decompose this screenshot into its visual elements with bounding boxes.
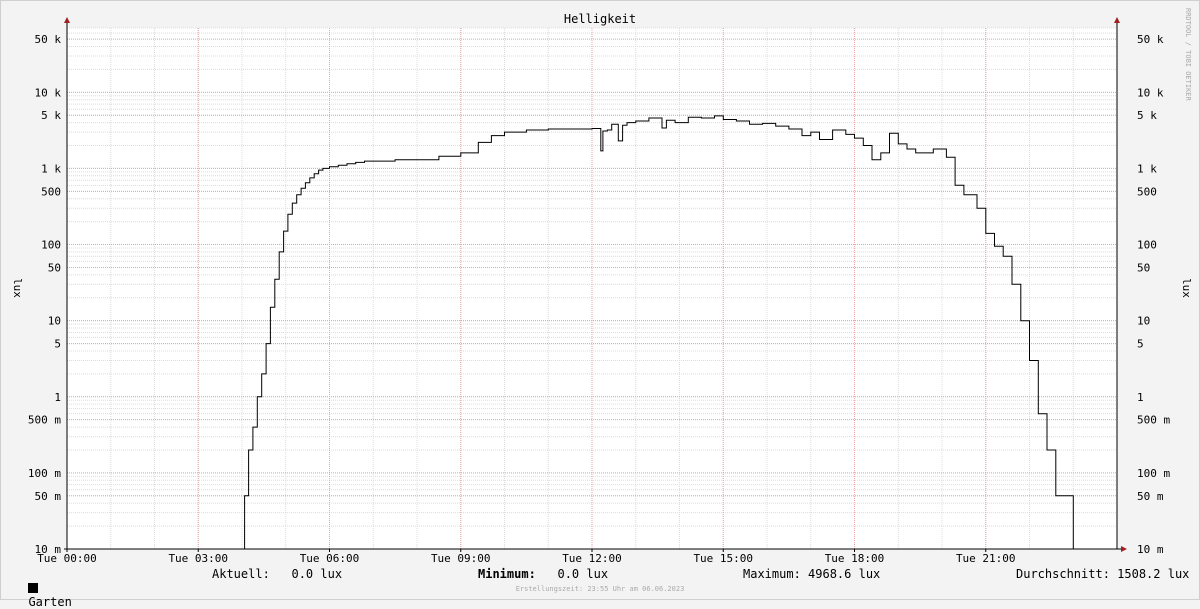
y-tick-label-right: 10 m [1137,543,1164,556]
x-tick-label: Tue 15:00 [693,552,753,565]
y-tick-label-right: 50 k [1137,33,1164,46]
y-tick-label-left: 50 m [35,490,62,503]
rrdtool-watermark: RRDTOOL / TOBI OETIKER [1184,8,1192,102]
x-tick-label: Tue 03:00 [168,552,228,565]
y-tick-label-left: 10 [48,315,61,328]
y-tick-label-right: 100 [1137,239,1157,252]
y-tick-label-right: 1 k [1137,162,1157,175]
y-tick-label-left: 500 [41,185,61,198]
legend-average: Durchschnitt: 1508.2 lux [1016,567,1189,581]
y-tick-label-left: 100 m [28,467,61,480]
x-axis-arrow [1121,546,1127,552]
y-tick-label-right: 50 [1137,261,1150,274]
legend-minimum: Minimum: 0.0 lux [478,567,608,581]
maximum-label: Maximum: [743,567,801,581]
current-label: Aktuell: [212,567,270,581]
average-label: Durchschnitt: [1016,567,1110,581]
legend-maximum: Maximum: 4968.6 lux [743,567,880,581]
y-tick-label-right: 5 k [1137,109,1157,122]
y-tick-label-right: 500 m [1137,414,1170,427]
legend-current: Aktuell: 0.0 lux [212,567,342,581]
x-tick-label: Tue 12:00 [562,552,622,565]
footer-timestamp: Erstellungszeit: 23:55 Uhr am 06.06.2023 [515,585,685,593]
y-axis-label-right: lux [1180,278,1193,298]
maximum-value: 4968.6 lux [808,567,881,581]
y-axis-arrow-right [1114,17,1120,23]
y-tick-label-right: 50 m [1137,490,1164,503]
y-tick-label-left: 100 [41,239,61,252]
average-value: 1508.2 lux [1117,567,1190,581]
brightness-chart: Tue 00:00 Tue 03:00 Tue 06:00 Tue 09:00 Tue … [11,8,1193,565]
legend-series-name: Garten [28,595,72,609]
y-tick-label-left: 50 k [35,33,62,46]
x-tick-label: Tue 21:00 [956,552,1016,565]
x-tick-label: Tue 18:00 [825,552,885,565]
y-tick-label-left: 10 m [35,543,62,556]
y-tick-label-left: 5 [54,338,61,351]
x-tick-label: Tue 09:00 [431,552,491,565]
minimum-value: 0.0 lux [557,567,609,581]
y-tick-label-left: 10 k [35,86,62,99]
y-tick-label-left: 5 k [41,109,61,122]
y-tick-label-right: 100 m [1137,467,1170,480]
x-tick-label: Tue 06:00 [300,552,360,565]
current-value: 0.0 lux [291,567,343,581]
y-tick-label-left: 500 m [28,414,61,427]
minimum-label: Minimum: [478,567,536,581]
y-axis-arrow-left [64,17,70,23]
y-axis-label-left: lux [11,278,24,298]
chart-title: Helligkeit [564,12,636,26]
y-tick-label-left: 50 [48,261,61,274]
y-tick-label-left: 1 k [41,162,61,175]
y-tick-label-right: 1 [1137,391,1144,404]
y-tick-label-right: 500 [1137,185,1157,198]
y-tick-label-right: 5 [1137,338,1144,351]
y-tick-label-right: 10 [1137,315,1150,328]
y-tick-label-left: 1 [54,391,61,404]
y-tick-label-right: 10 k [1137,86,1164,99]
